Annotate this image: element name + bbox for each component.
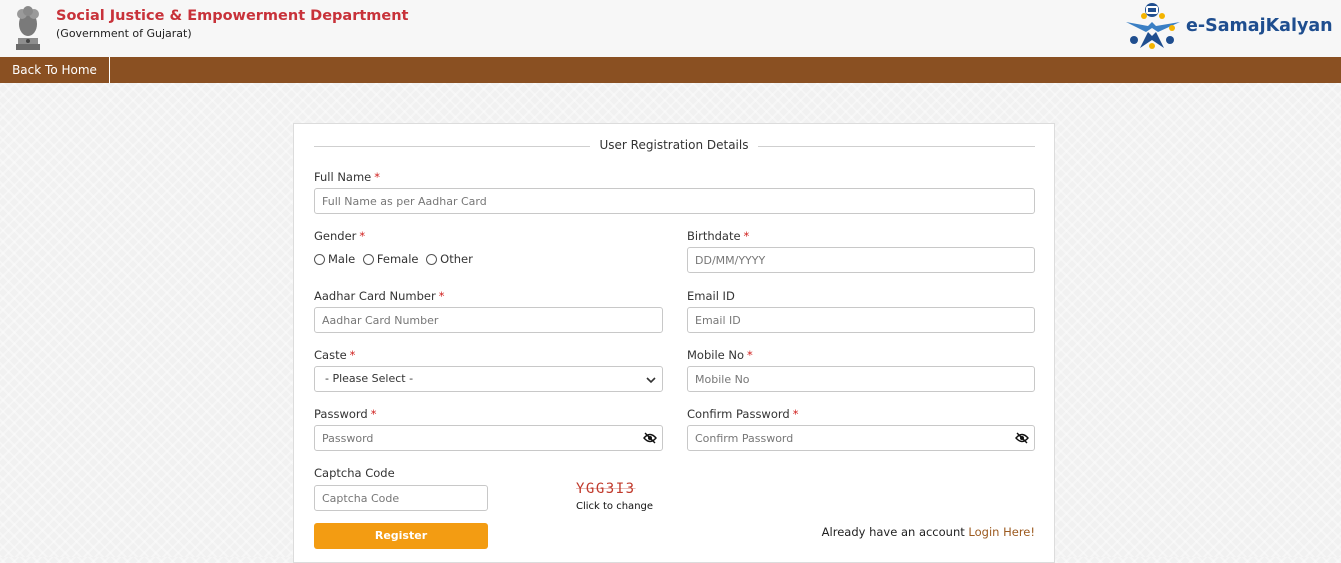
gender-label: Gender * [314, 229, 366, 243]
aadhar-input[interactable] [314, 307, 663, 333]
confirm-password-input[interactable] [687, 425, 1035, 451]
birthdate-input[interactable] [687, 247, 1035, 273]
captcha-image: YGG3I3 [576, 481, 636, 497]
gender-male-radio[interactable]: Male [314, 252, 355, 266]
confirm-password-label: Confirm Password * [687, 407, 799, 421]
full-name-label: Full Name * [314, 170, 380, 184]
login-prompt: Already have an account Login Here! [821, 525, 1035, 539]
caste-label: Caste * [314, 348, 356, 362]
register-button[interactable]: Register [314, 523, 488, 549]
caste-select[interactable]: - Please Select - [314, 366, 663, 392]
registration-card: User Registration Details Full Name* Gen… [293, 123, 1055, 563]
captcha-label: Captcha Code [314, 466, 395, 480]
eye-slash-icon[interactable] [643, 432, 657, 444]
captcha-change-link[interactable]: Click to change [576, 501, 653, 512]
gender-female-radio[interactable]: Female [362, 252, 419, 266]
gender-radio-group: Male Female Other [314, 252, 477, 266]
full-name-input[interactable] [314, 188, 1035, 214]
department-title: Social Justice & Empowerment Department [56, 8, 409, 24]
required-marker: * [747, 348, 753, 362]
caste-select-value: - Please Select - [325, 372, 414, 385]
birthdate-label: Birthdate * [687, 229, 750, 243]
required-marker: * [438, 289, 445, 303]
required-marker: * [359, 229, 366, 243]
header: Social Justice & Empowerment Department … [0, 0, 1341, 57]
mobile-label: Mobile No * [687, 348, 753, 362]
email-input[interactable] [687, 307, 1035, 333]
brand-name: e-SamajKalyan [1186, 16, 1333, 36]
e-samajkalyan-logo-icon [1126, 3, 1180, 49]
national-emblem-icon [16, 6, 40, 50]
required-marker: * [370, 407, 377, 421]
gender-other-radio[interactable]: Other [426, 252, 473, 266]
aadhar-label: Aadhar Card Number * [314, 289, 445, 303]
eye-slash-icon[interactable] [1015, 432, 1029, 444]
captcha-input[interactable] [314, 485, 488, 511]
required-marker: * [743, 229, 750, 243]
chevron-down-icon [646, 377, 656, 384]
back-to-home-link[interactable]: Back To Home [0, 57, 110, 83]
navbar: Back To Home [0, 57, 1341, 83]
email-label: Email ID [687, 289, 735, 303]
password-label: Password * [314, 407, 377, 421]
password-input[interactable] [314, 425, 663, 451]
required-marker: * [349, 348, 356, 362]
section-title: User Registration Details [294, 138, 1054, 152]
required-marker: * [792, 407, 799, 421]
required-marker: * [374, 170, 380, 184]
mobile-input[interactable] [687, 366, 1035, 392]
government-subtitle: (Government of Gujarat) [56, 27, 192, 40]
login-here-link[interactable]: Login Here! [968, 525, 1035, 539]
